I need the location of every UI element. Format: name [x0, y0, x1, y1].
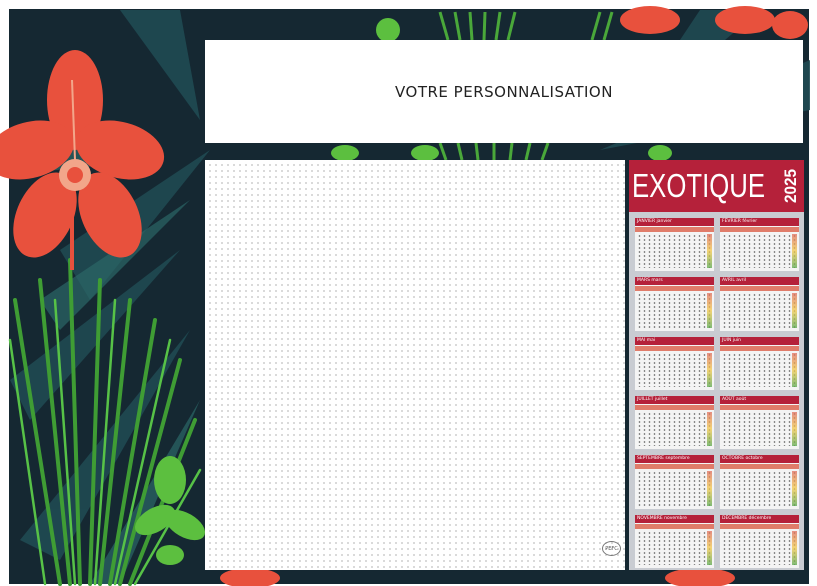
desk-pad-mockup: VOTRE PERSONNALISATION PEFC EXOTIQUE 202… — [0, 0, 817, 586]
month-label: NOVEMBRE novembre — [635, 514, 714, 523]
month-block: JANVIER janvier — [635, 218, 714, 272]
calendar-header: EXOTIQUE 2025 — [629, 160, 804, 212]
month-label: DÉCEMBRE décembre — [720, 514, 799, 523]
month-label: AVRIL avril — [720, 277, 799, 286]
month-block: OCTOBRE octobre — [720, 455, 799, 509]
pefc-logo: PEFC — [602, 541, 621, 556]
month-label: MARS mars — [635, 277, 714, 286]
month-label: SEPTEMBRE septembre — [635, 455, 714, 464]
personalisation-banner: VOTRE PERSONNALISATION — [205, 40, 803, 143]
month-block: FÉVRIER février — [720, 218, 799, 272]
calendar-months-grid: JANVIER janvier FÉVRIER février MARS mar… — [635, 218, 799, 568]
month-label: AOÛT août — [720, 395, 799, 404]
month-block: MARS mars — [635, 277, 714, 331]
month-block: MAI mai — [635, 336, 714, 390]
dotted-note-area — [205, 160, 625, 570]
month-label: JUILLET juillet — [635, 395, 714, 404]
personalisation-text: VOTRE PERSONNALISATION — [395, 82, 613, 101]
month-label: OCTOBRE octobre — [720, 455, 799, 464]
month-label: JUIN juin — [720, 336, 799, 345]
month-block: SEPTEMBRE septembre — [635, 455, 714, 509]
month-block: AVRIL avril — [720, 277, 799, 331]
month-block: JUIN juin — [720, 336, 799, 390]
month-label: MAI mai — [635, 336, 714, 345]
month-block: AOÛT août — [720, 395, 799, 450]
month-block: DÉCEMBRE décembre — [720, 514, 799, 568]
month-label: FÉVRIER février — [720, 218, 799, 226]
month-block: NOVEMBRE novembre — [635, 514, 714, 568]
calendar-panel: EXOTIQUE 2025 JANVIER janvier FÉVRIER fé… — [629, 160, 804, 570]
calendar-title: EXOTIQUE — [632, 167, 766, 204]
month-label: JANVIER janvier — [635, 218, 714, 226]
month-block: JUILLET juillet — [635, 395, 714, 450]
calendar-year: 2025 — [781, 168, 800, 204]
